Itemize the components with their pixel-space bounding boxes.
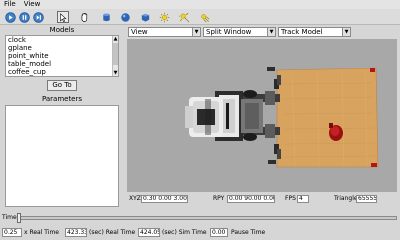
real-time-label: (sec) Real Time <box>89 229 136 236</box>
scroll-thumb[interactable] <box>113 43 118 65</box>
model-item-gplane[interactable]: gplane <box>6 44 112 52</box>
model-item-point-white[interactable]: point_white <box>6 52 112 60</box>
model-item-coffee-cup[interactable]: coffee_cup <box>6 68 112 76</box>
bottom-status-bar: 0.25 x Real Time 423.33 (sec) Real Time … <box>0 225 400 240</box>
hand-move-icon[interactable] <box>78 11 90 23</box>
sim-time-label: (sec) Sim Time <box>162 229 207 236</box>
rtf-label: x Real Time <box>24 229 59 236</box>
step-icon[interactable] <box>32 11 44 23</box>
chevron-down-icon: ▼ <box>342 28 350 36</box>
sphere-icon[interactable] <box>119 11 131 23</box>
parameters-panel[interactable] <box>5 105 119 207</box>
pause-icon[interactable] <box>18 11 30 23</box>
menu-bar: File View <box>0 0 400 9</box>
pause-time-label: Pause Time <box>231 229 266 236</box>
window-select-value: Split Window <box>206 28 252 36</box>
fps-label: FPS <box>285 195 296 202</box>
point-light-icon[interactable] <box>158 11 170 23</box>
window-select[interactable]: Split Window ▼ <box>203 27 276 37</box>
fps-field[interactable]: 4 <box>297 195 309 203</box>
table-model <box>276 67 379 168</box>
arrow-select-icon[interactable] <box>57 11 69 23</box>
real-time-field[interactable]: 423.33 <box>65 228 87 237</box>
directional-light-icon[interactable] <box>198 11 210 23</box>
real-time-factor-field[interactable]: 0.25 <box>2 228 22 237</box>
track-select[interactable]: Track Model ▼ <box>278 27 351 37</box>
play-icon[interactable] <box>4 11 16 23</box>
viewport-status-row: XYZ 0.30 0.00 3.00 RPY 0.00 90.00 0.00 F… <box>127 194 397 204</box>
models-scrollbar[interactable]: ▲ ▼ <box>112 36 118 76</box>
triangles-field[interactable]: 65555 <box>356 195 377 203</box>
time-slider[interactable] <box>17 216 397 220</box>
rpy-label: RPY <box>213 195 225 202</box>
rpy-field[interactable]: 0.00 90.00 0.00 <box>227 195 275 203</box>
view-select[interactable]: View ▼ <box>128 27 201 37</box>
model-item-table-model[interactable]: table_model <box>6 60 112 68</box>
menu-view[interactable]: View <box>20 0 45 9</box>
pause-time-field[interactable]: 0.00 <box>210 228 228 237</box>
view-select-value: View <box>131 28 148 36</box>
menu-file[interactable]: File <box>0 0 20 9</box>
xyz-label: XYZ <box>129 195 141 202</box>
cylinder-icon[interactable] <box>100 11 112 23</box>
goto-button[interactable]: Go To <box>47 80 77 91</box>
spot-light-icon[interactable] <box>178 11 190 23</box>
chevron-down-icon: ▼ <box>267 28 275 36</box>
parameters-heading: Parameters <box>41 95 83 103</box>
model-item-clock[interactable]: clock <box>6 36 112 44</box>
scroll-down-icon[interactable]: ▼ <box>113 70 118 76</box>
scroll-up-icon[interactable]: ▲ <box>113 36 118 42</box>
chevron-down-icon: ▼ <box>192 28 200 36</box>
toolbar <box>0 9 400 25</box>
models-list[interactable]: clock gplane point_white table_model cof… <box>5 35 119 77</box>
box-icon[interactable] <box>139 11 151 23</box>
models-heading: Models <box>49 26 75 34</box>
xyz-field[interactable]: 0.30 0.00 3.00 <box>141 195 188 203</box>
track-select-value: Track Model <box>281 28 323 36</box>
3d-viewport[interactable] <box>127 39 397 192</box>
time-slider-handle[interactable] <box>17 213 21 223</box>
sim-time-field[interactable]: 424.05 <box>138 228 160 237</box>
